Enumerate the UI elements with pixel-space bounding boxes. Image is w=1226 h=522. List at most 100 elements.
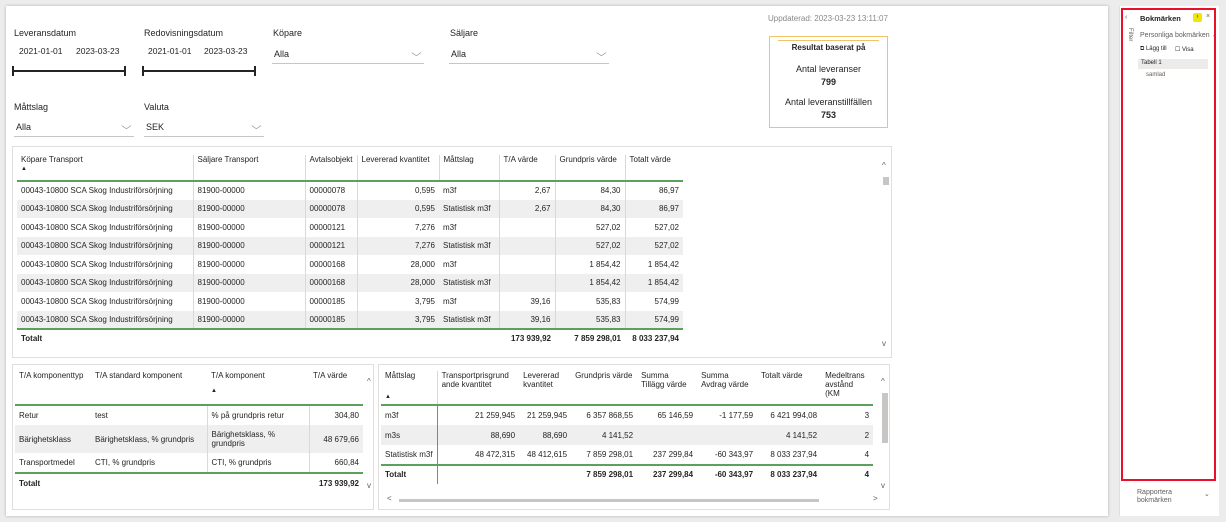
col-grundpris-varde[interactable]: Grundpris värde [554,155,625,181]
cell: -1 177,59 [719,411,754,420]
cell [305,328,357,348]
cell: 00043-10800 SCA Skog Industriförsörjning [21,296,173,306]
scroll-down-icon[interactable]: v [882,339,886,348]
cell [439,328,499,348]
table-row[interactable]: 00043-10800 SCA Skog Industriförsörjning… [17,199,683,218]
cell: 574,99 [624,292,683,311]
col-ta-standard-komponent[interactable]: T/A standard komponent [91,371,207,405]
col-ta-varde[interactable]: T/A värde [309,371,363,405]
cell: 00043-10800 SCA Skog Industriförsörjning [17,199,193,218]
cell: test [95,411,108,420]
report-bookmarks-header[interactable]: Rapportera bokmärken [1137,489,1191,505]
col-transportprisgrundande-kvantitet[interactable]: Transportprisgrund ande kvantitet [436,371,520,405]
cell: Bärighetsklass, % grundpris [91,425,207,453]
cell: Statistisk m3f [439,199,499,218]
saljare-dropdown[interactable]: Alla ⌵ [449,46,609,64]
table-row[interactable]: 00043-10800 SCA Skog Industriförsörjning… [17,292,683,311]
cell: Totalt [381,464,438,484]
cell: 4 [821,464,874,484]
table-row[interactable]: Transportmedel CTI, % grundpris CTI, % gru… [15,453,363,473]
cell: 7 859 298,01 [555,328,625,348]
cell: -60 343,97 [697,464,758,484]
cell: 21 259,945 [527,411,568,420]
leveransdatum-to[interactable]: 2023-03-23 [76,46,119,56]
table-row[interactable]: 00043-10800 SCA Skog Industriförsörjning… [17,181,683,200]
cell: 173 939,92 [309,472,363,493]
scroll-up-icon[interactable]: ^ [881,377,885,386]
col-mattslag[interactable]: Måttslag [438,155,499,181]
cell [637,425,698,445]
redovisningsdatum-slider-end[interactable] [254,66,256,76]
scroll-up-icon[interactable]: ^ [882,161,886,170]
table-row[interactable]: 00043-10800 SCA Skog Industriförsörjning… [17,310,683,329]
col-grundpris-varde[interactable]: Grundpris värde [571,371,637,405]
cell: 6 357 868,55 [586,411,634,420]
cell [498,218,555,237]
cell [357,328,439,348]
col-ta-komponent[interactable]: T/A komponent ▲ [207,371,309,405]
table-row[interactable]: 00043-10800 SCA Skog Industriförsörjning… [17,218,683,237]
cell: m3f [443,296,457,306]
report-canvas: Leveransdatum 2021-01-01 2023-03-23 Redo… [6,6,1108,516]
cell: 84,30 [554,199,625,218]
horizontal-scrollbar[interactable] [399,499,819,502]
cell: % på grundpris retur [206,405,309,425]
cell: 00000121 [304,236,357,255]
cell: 00043-10800 SCA Skog Industriförsörjning [21,186,173,196]
col-ta-komponenttyp[interactable]: T/A komponenttyp [15,371,91,405]
vertical-scrollbar[interactable] [882,393,888,443]
leveransdatum-slider[interactable] [13,70,125,72]
vertical-scrollbar[interactable] [883,177,889,185]
leveransdatum-from[interactable]: 2021-01-01 [19,46,62,56]
cell: m3f [443,259,457,269]
mattslag-dropdown[interactable]: Alla ⌵ [14,119,134,137]
leveransdatum-slider-end[interactable] [124,66,126,76]
scroll-down-icon[interactable]: v [881,481,885,490]
col-avtalsobjekt[interactable]: Avtalsobjekt [304,155,357,181]
cell: CTI, % grundpris [206,453,309,473]
redovisningsdatum-slider[interactable] [143,70,255,72]
table-row[interactable]: 00043-10800 SCA Skog Industriförsörjning… [17,236,683,255]
kopare-dropdown[interactable]: Alla ⌵ [272,46,424,64]
ta-table-visual: T/A komponenttyp T/A standard komponent … [12,364,374,510]
antal-leveranstillfallen-value: 753 [820,110,837,120]
scroll-up-icon[interactable]: ^ [367,377,371,386]
cell: Totalt [17,328,193,348]
col-totalt-varde[interactable]: Totalt värde [624,155,683,181]
scroll-down-icon[interactable]: v [367,481,371,490]
table-row[interactable]: m3s 88,690 88,690 4 141,52 4 141,52 2 [381,425,874,445]
redovisningsdatum-to[interactable]: 2023-03-23 [204,46,247,56]
table-row[interactable]: Bärighetsklass Bärighetsklass, % grundpri… [15,425,363,453]
col-summa-tillagg-varde[interactable]: Summa Tillägg värde [637,371,697,405]
col-saljare-transport[interactable]: Säljare Transport [192,155,305,181]
table-row[interactable]: Retur test % på grundpris retur 304,80 [15,405,363,425]
col-medeltransportavstand[interactable]: Medeltrans avstånd (KM [821,371,873,405]
kopare-label: Köpare [273,28,303,38]
cell: 8 033 237,94 [625,328,683,348]
col-levererad-kvantitet[interactable]: Levererad kvantitet [356,155,439,181]
col-summa-avdrag-varde[interactable]: Summa Avdrag värde [697,371,757,405]
redovisningsdatum-slider-start[interactable] [142,66,144,76]
table-row[interactable]: m3f 21 259,945 21 259,945 6 357 868,55 65 14… [381,405,873,425]
scroll-left-icon[interactable]: < [387,494,392,503]
scroll-right-icon[interactable]: > [873,494,878,503]
cell: 527,02 [554,218,625,237]
chevron-down-icon[interactable]: ⌄ [1204,490,1210,498]
col-kopare-transport[interactable]: Köpare Transport ▲ [17,155,193,181]
valuta-dropdown[interactable]: SEK ⌵ [144,119,264,137]
leveransdatum-slider-start[interactable] [12,66,14,76]
chevron-down-icon: ⌵ [121,121,132,131]
table-row[interactable]: Statistisk m3f 48 472,315 48 412,615 7 859 … [381,445,873,465]
col-totalt-varde[interactable]: Totalt värde [757,371,821,405]
main-table-visual: Köpare Transport ▲ Säljare Transport Avta… [12,146,892,358]
table-row[interactable]: 00043-10800 SCA Skog Industriförsörjning… [17,255,683,274]
cell: 237 299,84 [653,450,694,459]
highlight-frame [1121,8,1216,481]
chevron-down-icon: ⌵ [251,121,262,131]
redovisningsdatum-from[interactable]: 2021-01-01 [148,46,191,56]
col-mattslag[interactable]: Måttslag ▲ [381,371,437,405]
col-ta-varde[interactable]: T/A värde [498,155,555,181]
col-levererad-kvantitet[interactable]: Levererad kvantitet [519,371,571,405]
cell: m3f [385,411,399,420]
table-row[interactable]: 00043-10800 SCA Skog Industriförsörjning… [17,273,683,292]
